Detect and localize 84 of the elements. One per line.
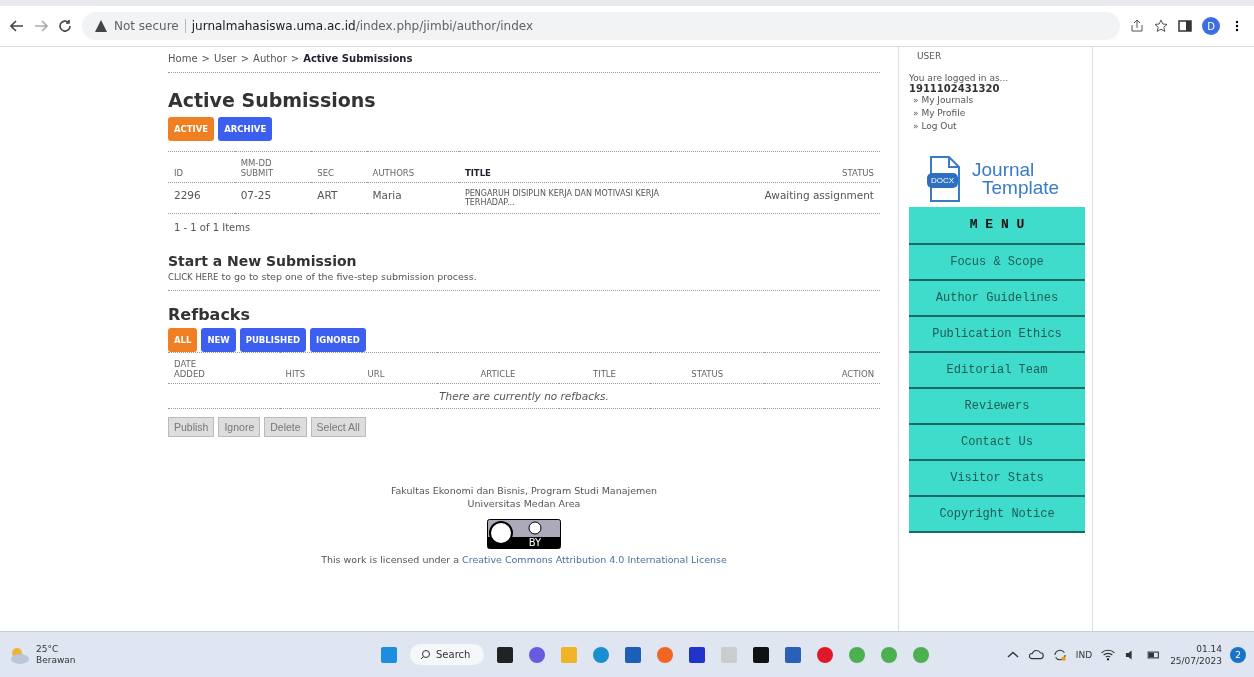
- license-link[interactable]: Creative Commons Attribution 4.0 International License: [462, 554, 727, 565]
- breadcrumb-separator: >: [240, 53, 250, 64]
- sidebar-link[interactable]: » Log Out: [909, 120, 1085, 133]
- clock-time[interactable]: 01.14: [1170, 642, 1222, 655]
- url-host: jurnalmahasiswa.uma.ac.id: [191, 19, 356, 33]
- logo-text: Template: [981, 179, 1060, 197]
- table-cell: 07-25: [234, 182, 312, 214]
- action-button[interactable]: Publish: [168, 417, 215, 437]
- menu-item[interactable]: Visitor Stats: [909, 461, 1085, 497]
- items-count: 1 - 1 of 1 Items: [173, 221, 252, 235]
- sidebar-link[interactable]: » My Profile: [909, 107, 1085, 120]
- table-cell: 2296: [168, 182, 235, 214]
- empty-message: There are currently no refbacks.: [168, 383, 880, 409]
- login-text: You are logged in as...: [909, 73, 1010, 83]
- page-title: Active Submissions: [168, 89, 377, 111]
- column-header: HITS: [279, 352, 362, 384]
- menu-item[interactable]: Author Guidelines: [909, 281, 1085, 317]
- column-header: TITLE: [458, 151, 671, 183]
- table-cell: ART: [311, 182, 367, 214]
- profile-avatar[interactable]: D: [1202, 17, 1220, 35]
- footer-text: Fakultas Ekonomi dan Bisnis, Program Studi Manajemen: [390, 485, 658, 496]
- share-icon[interactable]: [1130, 19, 1144, 33]
- column-header: TITLE: [558, 352, 651, 384]
- search-field[interactable]: Search: [410, 644, 485, 665]
- column-header: STATUS: [670, 151, 880, 183]
- weather-label: Berawan: [36, 654, 76, 666]
- section-title: Refbacks: [168, 305, 252, 324]
- column-header: MM-DD SUBMIT: [234, 151, 312, 183]
- title-link[interactable]: PENGARUH DISIPLIN KERJA DAN MOTIVASI KERJA TERHADAP...: [458, 182, 671, 214]
- column-header: STATUS: [650, 352, 765, 384]
- sidebar-heading: USER: [916, 51, 943, 61]
- clock-date[interactable]: 25/07/2023: [1170, 654, 1222, 667]
- sidebar-link[interactable]: » My Journals: [909, 94, 1085, 107]
- star-icon[interactable]: [1154, 19, 1168, 33]
- instruction-text: to go to step one of the five-step submission process.: [220, 271, 477, 282]
- docx-label: DOCX: [927, 173, 959, 188]
- warning-icon: [94, 19, 108, 33]
- column-header: SEC: [311, 151, 367, 183]
- temperature: 25°C: [36, 643, 60, 655]
- filter-tab[interactable]: ACTIVE: [168, 117, 215, 141]
- menu-item[interactable]: Focus & Scope: [909, 245, 1085, 281]
- username: 1911102431320: [909, 83, 1001, 94]
- breadcrumb-link[interactable]: Home: [168, 53, 198, 64]
- column-header: ARTICLE: [436, 352, 559, 384]
- column-header: ACTION: [764, 352, 880, 384]
- language-indicator[interactable]: IND: [1075, 649, 1093, 660]
- filter-tab[interactable]: ARCHIVE: [218, 117, 273, 141]
- menu-item[interactable]: Copyright Notice: [909, 497, 1085, 533]
- column-header: URL: [361, 352, 437, 384]
- breadcrumb-link[interactable]: User: [213, 53, 237, 64]
- address-bar[interactable]: Not secure jurnalmahasiswa.uma.ac.id/index.php/jimbi/author/index: [82, 12, 1120, 40]
- search-icon: [420, 649, 431, 660]
- click-here-link[interactable]: CLICK HERE: [168, 272, 219, 282]
- table-cell: Awaiting assignment: [670, 182, 880, 214]
- security-label: Not secure: [114, 19, 179, 33]
- table-cell: Maria: [366, 182, 459, 214]
- breadcrumb-link[interactable]: Author: [253, 53, 287, 64]
- breadcrumb-separator: >: [201, 53, 210, 64]
- menu-heading: M E N U: [909, 207, 1085, 245]
- menu-item[interactable]: Contact Us: [909, 425, 1085, 461]
- back-icon[interactable]: [10, 19, 24, 33]
- notification-badge[interactable]: 2: [1230, 646, 1246, 663]
- action-button[interactable]: Select All: [310, 417, 366, 437]
- action-button[interactable]: Delete: [264, 417, 307, 437]
- license-text: This work is licensed under a Creative Commons Attribution 4.0 International License: [321, 554, 727, 565]
- column-header: AUTHORS: [366, 151, 459, 183]
- action-button[interactable]: Ignore: [218, 417, 261, 437]
- filter-tab[interactable]: ALL: [168, 328, 198, 352]
- menu-item[interactable]: Editorial Team: [909, 353, 1085, 389]
- footer-text: Universitas Medan Area: [467, 498, 581, 509]
- column-header: DATE ADDED: [168, 352, 280, 384]
- breadcrumb-separator: >: [290, 53, 300, 64]
- reload-icon[interactable]: [58, 19, 72, 33]
- menu-item[interactable]: Reviewers: [909, 389, 1085, 425]
- logo-text: Journal: [972, 161, 1036, 179]
- filter-tab[interactable]: IGNORED: [310, 328, 366, 352]
- column-header: ID: [168, 151, 235, 183]
- sidebar-icon[interactable]: [1178, 19, 1192, 33]
- filter-tab[interactable]: NEW: [201, 328, 236, 352]
- filter-tab[interactable]: PUBLISHED: [239, 328, 306, 352]
- section-title: Start a New Submission: [168, 253, 358, 269]
- url-path: /index.php/jimbi/author/index: [355, 19, 534, 33]
- license-badge[interactable]: BY: [487, 519, 561, 549]
- menu-item[interactable]: Publication Ethics: [909, 317, 1085, 353]
